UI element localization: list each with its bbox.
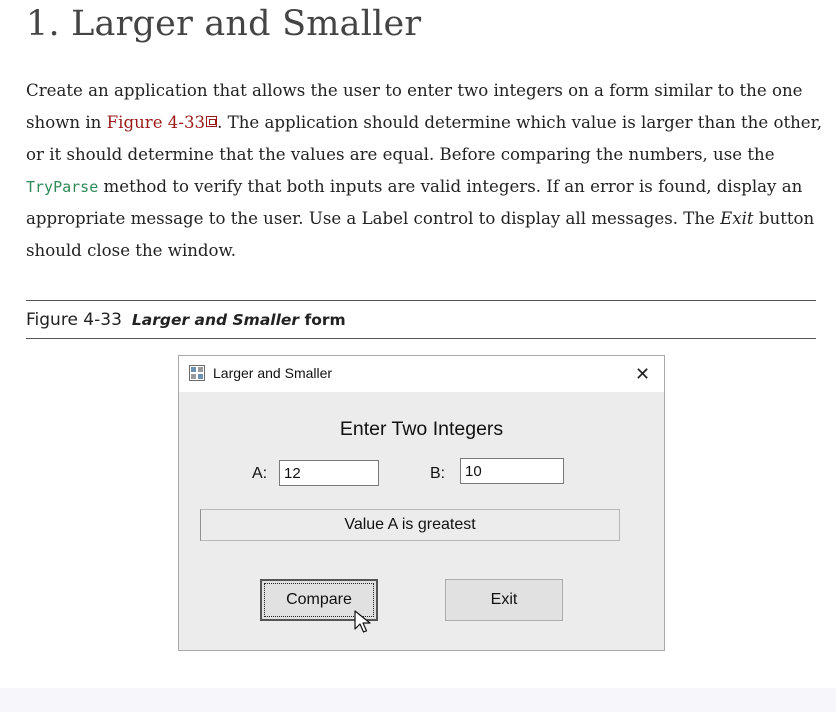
exit-word: Exit bbox=[720, 209, 754, 228]
page-bottom-strip bbox=[0, 688, 836, 712]
figure-top-rule bbox=[26, 300, 816, 301]
label-b: B: bbox=[430, 465, 446, 482]
figure-number: Figure 4-33 bbox=[26, 310, 122, 330]
mouse-pointer-icon bbox=[354, 610, 371, 633]
result-message-label: Value A is greatest bbox=[200, 509, 620, 541]
figure-bottom-rule bbox=[26, 338, 816, 339]
window-titlebar[interactable]: Larger and Smaller ✕ bbox=[179, 356, 664, 392]
input-b[interactable] bbox=[460, 458, 564, 484]
code-tryparse: TryParse bbox=[26, 178, 99, 196]
form-icon bbox=[189, 365, 205, 381]
form-heading: Enter Two Integers bbox=[339, 418, 504, 440]
window-title: Larger and Smaller bbox=[213, 365, 333, 381]
external-link-icon[interactable] bbox=[206, 116, 218, 127]
close-icon[interactable]: ✕ bbox=[635, 364, 650, 385]
label-a: A: bbox=[252, 465, 268, 482]
figure-link[interactable]: Figure 4-33 bbox=[107, 113, 205, 132]
exit-button[interactable]: Exit bbox=[445, 579, 563, 621]
form-window: Larger and Smaller ✕ Enter Two Integers … bbox=[178, 355, 665, 651]
figure-name: Larger and Smaller bbox=[131, 311, 300, 329]
problem-description: Create an application that allows the us… bbox=[26, 75, 822, 267]
paragraph-text: method to verify that both inputs are va… bbox=[26, 177, 803, 228]
figure-caption: Figure 4-33 Larger and Smaller form bbox=[26, 309, 346, 330]
figure-suffix: form bbox=[299, 311, 346, 329]
input-a[interactable] bbox=[279, 460, 379, 486]
page-title: 1. Larger and Smaller bbox=[26, 4, 422, 44]
